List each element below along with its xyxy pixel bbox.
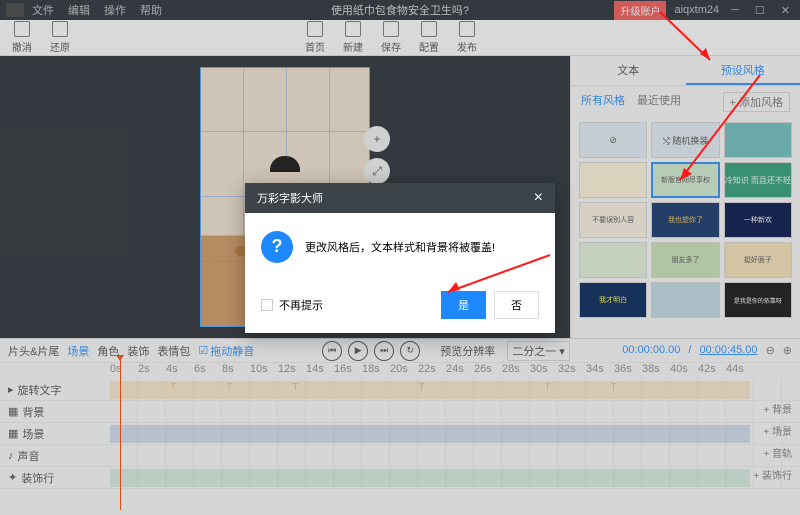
question-icon: ? — [261, 231, 293, 263]
dont-show-label: 不再提示 — [279, 297, 323, 313]
dialog-close-icon[interactable]: × — [534, 189, 543, 207]
dont-show-checkbox[interactable] — [261, 299, 273, 311]
dialog-title: 万彩字影大师 — [257, 190, 323, 206]
modal-backdrop: 万彩字影大师 × ? 更改风格后，文本样式和背景将被覆盖! 不再提示 是 否 — [0, 0, 800, 515]
dialog-message: 更改风格后，文本样式和背景将被覆盖! — [305, 239, 495, 255]
yes-button[interactable]: 是 — [441, 291, 486, 319]
no-button[interactable]: 否 — [494, 291, 539, 319]
confirm-dialog: 万彩字影大师 × ? 更改风格后，文本样式和背景将被覆盖! 不再提示 是 否 — [245, 183, 555, 333]
